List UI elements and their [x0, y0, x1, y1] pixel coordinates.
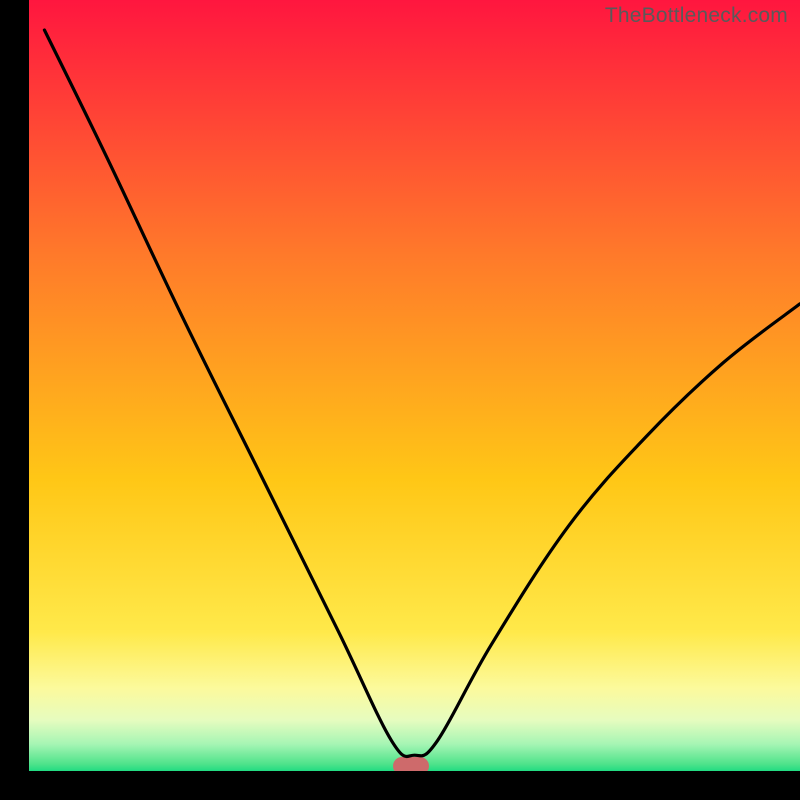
- gradient-background: [0, 0, 800, 800]
- watermark-text: TheBottleneck.com: [605, 4, 788, 28]
- bottom-black-band: [0, 771, 800, 800]
- left-black-band: [0, 0, 29, 800]
- chart-stage: TheBottleneck.com: [0, 0, 800, 800]
